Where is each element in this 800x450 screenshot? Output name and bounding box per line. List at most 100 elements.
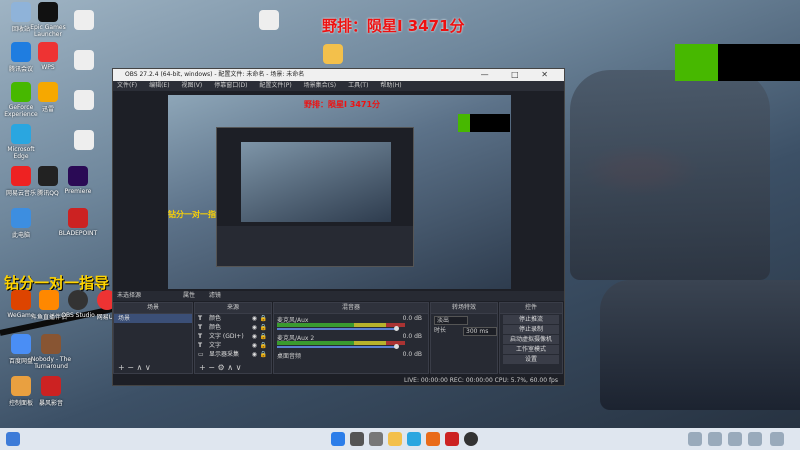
lock-icon: 🔒: [259, 342, 267, 349]
search-icon[interactable]: [350, 432, 364, 446]
volume-slider[interactable]: [277, 346, 397, 348]
tray-icon[interactable]: [688, 432, 702, 446]
menu-scene-collection[interactable]: 场景集合(S): [304, 82, 337, 89]
settings-button[interactable]: 设置: [503, 355, 559, 364]
game-icon: [41, 334, 61, 354]
tray-icon[interactable]: [708, 432, 722, 446]
menu-help[interactable]: 帮助(H): [380, 82, 401, 89]
filters-button[interactable]: 滤镜: [209, 292, 221, 299]
volume-slider[interactable]: [277, 328, 397, 330]
widgets-icon[interactable]: [6, 432, 20, 446]
storm-icon: [41, 376, 61, 396]
tray-icon[interactable]: [728, 432, 742, 446]
stop-streaming-button[interactable]: 停止推流: [503, 315, 559, 324]
app-icon[interactable]: [445, 432, 459, 446]
stop-recording-button[interactable]: 停止录制: [503, 325, 559, 334]
properties-button[interactable]: 属性: [183, 292, 195, 299]
file-icon: [74, 50, 94, 70]
obs-preview[interactable]: 野排：陨星Ⅰ 3471分 钻分一对一指导: [168, 95, 511, 289]
source-item[interactable]: ▭ 显示器采集 ◉ 🔒: [195, 350, 271, 359]
wallpaper-car: [570, 70, 770, 280]
eye-icon: ◉: [251, 351, 257, 358]
controls-header: 控件: [500, 303, 562, 314]
menu-edit[interactable]: 编辑(E): [149, 82, 169, 89]
window-controls[interactable]: — □ ✕: [481, 69, 558, 81]
desktop-icon-file-5[interactable]: [248, 10, 290, 32]
transition-duration[interactable]: 时长 300 ms: [431, 325, 497, 336]
thunder-icon: [38, 82, 58, 102]
mixer-channel[interactable]: 麦克风/Aux 2 0.0 dB: [274, 332, 428, 350]
source-item[interactable]: T 文字 ◉ 🔒: [195, 341, 271, 350]
obs-docks: 场景 场景 + − ∧ ∨ 来源 T 颜色 ◉ 🔒 T 颜色 ◉ 🔒 T 文字 (GDI+) ◉…: [113, 302, 564, 374]
sources-toolbar[interactable]: + − ⚙ ∧ ∨: [195, 363, 271, 373]
task-view-icon[interactable]: [369, 432, 383, 446]
start-icon[interactable]: [331, 432, 345, 446]
app-icon[interactable]: [426, 432, 440, 446]
desktop-icon-file-1[interactable]: [63, 10, 105, 32]
epic-icon: [38, 2, 58, 22]
monitor-icon: [11, 208, 31, 228]
transitions-dock: 转场特效 淡出 时长 300 ms: [430, 302, 498, 374]
taskbar: [0, 428, 800, 450]
overlay-black-block: [718, 44, 800, 81]
volume-meter: [277, 323, 405, 327]
transition-type[interactable]: 淡出: [431, 314, 497, 325]
desktop-icon-file-3[interactable]: [63, 90, 105, 112]
scenes-toolbar[interactable]: + − ∧ ∨: [114, 363, 192, 373]
no-source-label: 未选择源: [117, 292, 142, 299]
control-panel-icon: [11, 376, 31, 396]
desktop-icon-edge[interactable]: Microsoft Edge: [0, 124, 42, 160]
obs-menubar: 文件(F) 编辑(E) 视图(V) 停靠窗口(D) 配置文件(P) 场景集合(S…: [113, 81, 564, 91]
preview-nested-obs: [216, 127, 414, 267]
obs-statusbar: LIVE: 00:00:00 REC: 00:00:00 CPU: 5.7%, …: [113, 376, 564, 385]
edge-icon[interactable]: [407, 432, 421, 446]
wallpaper-car-near: [600, 280, 800, 410]
file-icon: [74, 90, 94, 110]
lock-icon: 🔒: [259, 315, 267, 322]
mixer-channel[interactable]: 桌面音频 0.0 dB: [274, 350, 428, 368]
obs-window-title: OBS 27.2.4 (64-bit, windows) - 配置文件: 未命名…: [125, 71, 305, 78]
studio-mode-button[interactable]: 工作室模式: [503, 345, 559, 354]
menu-profile[interactable]: 配置文件(P): [259, 82, 291, 89]
scenes-header: 场景: [114, 303, 192, 314]
desktop-icon-bladepoint[interactable]: BLADEPOINT: [57, 208, 99, 237]
sources-header: 来源: [195, 303, 271, 314]
menu-docks[interactable]: 停靠窗口(D): [214, 82, 247, 89]
controls-dock: 控件 停止推流 停止录制 启动虚拟摄像机 工作室模式 设置: [499, 302, 563, 374]
menu-tools[interactable]: 工具(T): [348, 82, 368, 89]
tray-icon[interactable]: [770, 432, 784, 446]
mixer-dock: 混音器 麦克风/Aux 0.0 dB 麦克风/Aux 2 0.0 dB 桌面音频…: [273, 302, 429, 374]
desktop-icon-file-4[interactable]: [63, 130, 105, 152]
nested-panels: [217, 226, 413, 266]
scenes-dock: 场景 场景 + − ∧ ∨: [113, 302, 193, 374]
eye-icon: ◉: [251, 324, 257, 331]
explorer-icon[interactable]: [388, 432, 402, 446]
obs-icon: [68, 290, 88, 310]
bladepoint-icon: [68, 208, 88, 228]
lock-icon: 🔒: [259, 333, 267, 340]
source-item[interactable]: T 颜色 ◉ 🔒: [195, 323, 271, 332]
menu-view[interactable]: 视图(V): [181, 82, 202, 89]
obs-titlebar[interactable]: OBS 27.2.4 (64-bit, windows) - 配置文件: 未命名…: [113, 69, 564, 81]
preview-rank-title: 野排：陨星Ⅰ 3471分: [304, 100, 381, 109]
mixer-channel[interactable]: 麦克风/Aux 0.0 dB: [274, 314, 428, 332]
tray-icon[interactable]: [748, 432, 762, 446]
menu-file[interactable]: 文件(F): [117, 82, 137, 89]
desktop-icon-premiere[interactable]: Premiere: [57, 166, 99, 195]
obs-window[interactable]: OBS 27.2.4 (64-bit, windows) - 配置文件: 未命名…: [112, 68, 565, 386]
mixer-header: 混音器: [274, 303, 428, 314]
scene-item[interactable]: 场景: [114, 314, 192, 323]
source-item[interactable]: T 颜色 ◉ 🔒: [195, 314, 271, 323]
obs-icon[interactable]: [464, 432, 478, 446]
desktop-icon-file-2[interactable]: [63, 50, 105, 72]
desktop-icon-folder[interactable]: [312, 44, 354, 66]
virtual-camera-button[interactable]: 启动虚拟摄像机: [503, 335, 559, 344]
desktop-icon-nobody[interactable]: Nobody - The Turnaround: [30, 334, 72, 370]
volume-knob[interactable]: [394, 344, 399, 349]
eye-icon: ◉: [251, 333, 257, 340]
volume-knob[interactable]: [394, 326, 399, 331]
source-item[interactable]: T 文字 (GDI+) ◉ 🔒: [195, 332, 271, 341]
desktop-icon-storm[interactable]: 暴风影音: [30, 376, 72, 407]
desktop-icon-this-pc[interactable]: 此电脑: [0, 208, 42, 239]
lock-icon: 🔒: [259, 324, 267, 331]
